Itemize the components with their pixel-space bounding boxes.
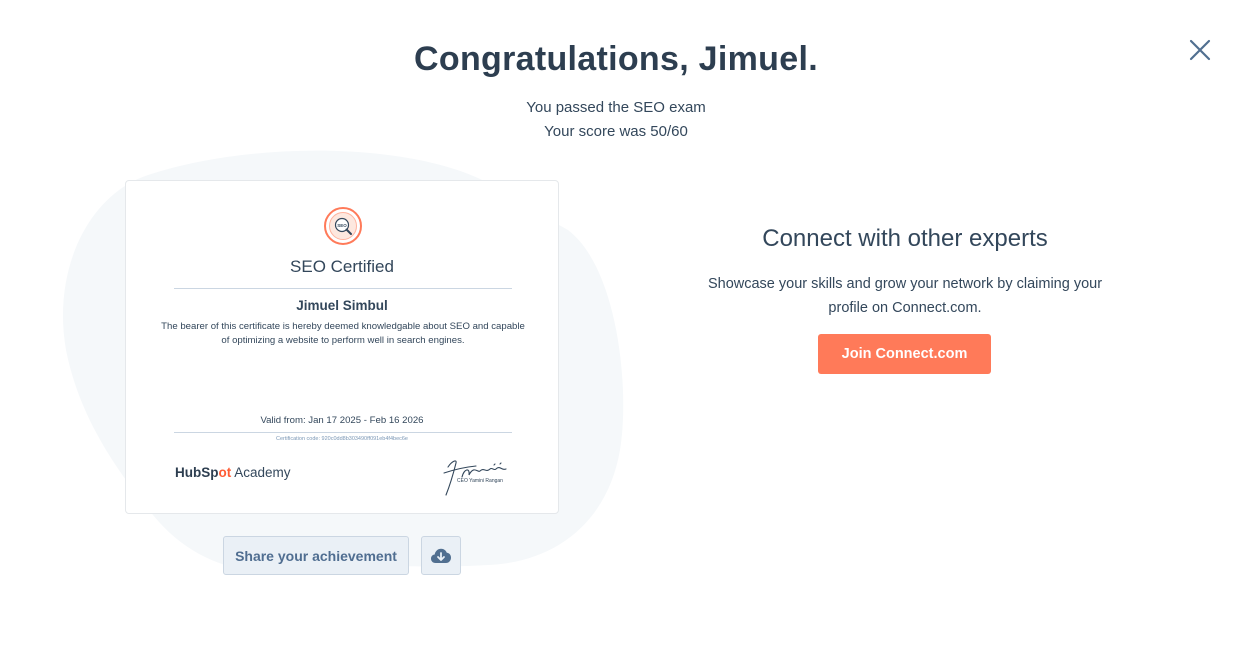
cloud-download-icon [431, 548, 451, 563]
certificate-card: SEO SEO Certified Jimuel Simbul The bear… [125, 180, 559, 514]
share-achievement-button[interactable]: Share your achievement [223, 536, 409, 575]
hubspot-academy-logo: HubSpot Academy [175, 465, 291, 480]
score-text: Your score was 50/60 [544, 123, 688, 140]
certificate-divider [174, 432, 512, 433]
seo-badge-icon: SEO [324, 207, 362, 245]
certificate-divider [174, 288, 512, 289]
download-button[interactable] [421, 536, 461, 575]
certificate-description: The bearer of this certificate is hereby… [161, 321, 525, 346]
certificate-title: SEO Certified [290, 257, 394, 276]
connect-title: Connect with other experts [762, 225, 1048, 252]
passed-text: You passed the SEO exam [526, 99, 706, 116]
badge-text: SEO [337, 223, 347, 228]
certificate-valid-dates: Valid from: Jan 17 2025 - Feb 16 2026 [260, 415, 424, 426]
connect-description: Showcase your skills and grow your netwo… [707, 276, 1103, 316]
page-title: Congratulations, Jimuel. [414, 40, 818, 78]
certificate-recipient: Jimuel Simbul [296, 298, 388, 313]
logo-spot-part: ot [218, 465, 232, 480]
join-connect-button[interactable]: Join Connect.com [818, 334, 991, 374]
logo-hubspot-part: HubSp [175, 465, 219, 480]
ceo-caption: CEO Yamini Rangan [457, 478, 503, 484]
logo-academy-part: Academy [231, 465, 291, 480]
certificate-code: Certification code: 920c0dd8b303490ff091… [275, 436, 408, 442]
